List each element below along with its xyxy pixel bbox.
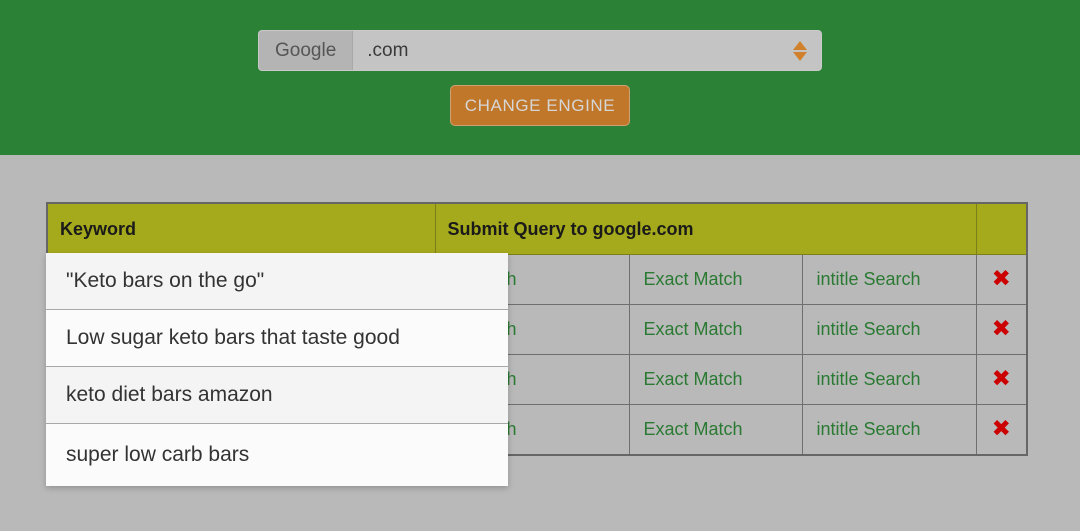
header-delete — [975, 202, 1028, 255]
cell-delete[interactable]: ✖ — [975, 254, 1028, 305]
engine-tld-select[interactable]: .com — [353, 31, 821, 70]
header-keyword: Keyword — [46, 202, 436, 255]
change-engine-button[interactable]: CHANGE ENGINE — [450, 85, 630, 126]
delete-icon[interactable]: ✖ — [992, 416, 1011, 442]
table-header-row: Keyword Submit Query to google.com — [46, 202, 1028, 255]
link-intitle-search[interactable]: intitle Search — [817, 369, 921, 389]
cell-search-link-3[interactable]: intitle Search — [801, 254, 977, 305]
caret-down-icon[interactable] — [793, 51, 807, 61]
cell-search-link-3[interactable]: intitle Search — [801, 404, 977, 456]
keyword-suggestion-overlay[interactable]: "Keto bars on the go" Low sugar keto bar… — [46, 253, 508, 486]
delete-icon[interactable]: ✖ — [992, 316, 1011, 342]
link-exact-match[interactable]: Exact Match — [644, 319, 743, 339]
engine-tld-value: .com — [367, 39, 409, 61]
list-item[interactable]: keto diet bars amazon — [46, 367, 508, 424]
link-exact-match[interactable]: Exact Match — [644, 269, 743, 289]
cell-search-link-2[interactable]: Exact Match — [628, 404, 803, 456]
cell-search-link-3[interactable]: intitle Search — [801, 304, 977, 355]
caret-up-icon[interactable] — [793, 40, 807, 50]
delete-icon[interactable]: ✖ — [992, 266, 1011, 292]
header-submit-query: Submit Query to google.com — [434, 202, 977, 255]
link-intitle-search[interactable]: intitle Search — [817, 319, 921, 339]
cell-search-link-3[interactable]: intitle Search — [801, 354, 977, 405]
list-item[interactable]: Low sugar keto bars that taste good — [46, 310, 508, 367]
select-spinner[interactable] — [793, 40, 807, 61]
link-intitle-search[interactable]: intitle Search — [817, 269, 921, 289]
link-exact-match[interactable]: Exact Match — [644, 369, 743, 389]
delete-icon[interactable]: ✖ — [992, 366, 1011, 392]
link-intitle-search[interactable]: intitle Search — [817, 419, 921, 439]
engine-banner: Google .com CHANGE ENGINE — [0, 0, 1080, 155]
cell-search-link-2[interactable]: Exact Match — [628, 304, 803, 355]
cell-delete[interactable]: ✖ — [975, 354, 1028, 405]
link-exact-match[interactable]: Exact Match — [644, 419, 743, 439]
engine-name-label: Google — [259, 31, 354, 70]
cell-delete[interactable]: ✖ — [975, 404, 1028, 456]
engine-select-group[interactable]: Google .com — [258, 30, 822, 71]
cell-search-link-2[interactable]: Exact Match — [628, 254, 803, 305]
list-item[interactable]: super low carb bars — [46, 424, 508, 486]
cell-search-link-2[interactable]: Exact Match — [628, 354, 803, 405]
list-item[interactable]: "Keto bars on the go" — [46, 253, 508, 310]
cell-delete[interactable]: ✖ — [975, 304, 1028, 355]
